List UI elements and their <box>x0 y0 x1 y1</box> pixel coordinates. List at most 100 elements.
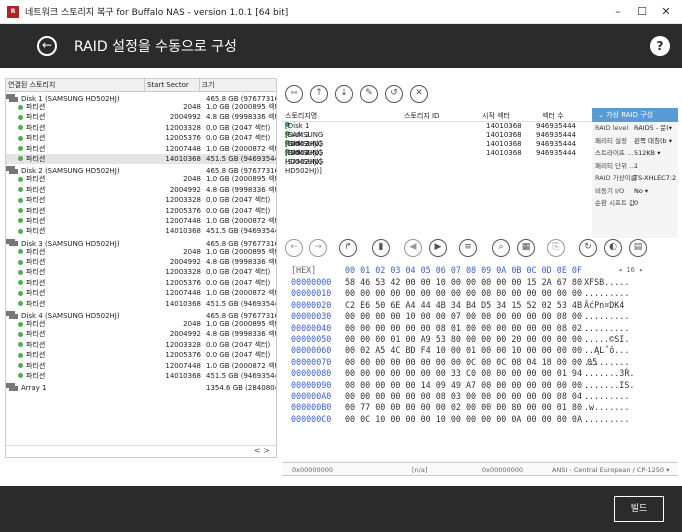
partition-row[interactable]: 파티션 12007448 1.0 GB (2000872 섹터) <box>6 361 276 371</box>
minimize-button[interactable]: – <box>610 4 626 20</box>
fit-columns-icon[interactable]: ⇿ <box>285 85 303 103</box>
hex-row[interactable]: 000000B0 00 77 00 00 00 00 00 02 00 00 00… <box>282 402 678 413</box>
hex-bytes[interactable]: 00 77 00 00 00 00 00 02 00 00 00 80 00 0… <box>345 402 582 413</box>
encoding-select[interactable]: ANSI - Central European / CP-1250 ▾ <box>552 466 669 474</box>
partition-row[interactable]: 파티션 12005376 0.0 GB (2047 섹터) <box>6 133 276 143</box>
partition-row[interactable]: 파티션 2004992 4.8 GB (9998336 섹터) <box>6 185 276 195</box>
partition-row[interactable]: 파티션 12005376 0.0 GB (2047 섹터) <box>6 350 276 360</box>
hex-bytes[interactable]: 00 02 A5 4C BD F4 10 00 01 00 00 10 00 0… <box>345 345 582 356</box>
column-start-sector[interactable]: 시작 섹터 <box>482 111 510 121</box>
hex-row[interactable]: 00000020 C2 E6 50 6E A4 44 4B 34 B4 D5 34… <box>282 300 678 311</box>
partition-row[interactable]: 파티션 14010368 451.5 GB (946935444 섹터) <box>6 371 276 381</box>
hex-viewer[interactable]: [HEX] 00 01 02 03 04 05 06 07 08 09 0A 0… <box>282 264 678 450</box>
hex-row[interactable]: 00000000 58 46 53 42 00 00 10 00 00 00 00… <box>282 277 678 288</box>
raid-property-row[interactable]: 패리티 단위 ... 1 <box>592 160 678 173</box>
help-icon[interactable]: ? <box>650 36 670 56</box>
hex-bytes[interactable]: 00 0C 10 00 00 00 10 00 00 00 00 0A 00 0… <box>345 414 582 425</box>
search-icon[interactable]: ⌕ <box>492 239 510 257</box>
property-value[interactable]: TS-XHLEC7:2 <box>634 172 676 185</box>
hex-ascii[interactable]: ÂćPn¤DK4 <box>584 300 624 311</box>
partition-row[interactable]: 파티션 14010368 451.5 GB (946935444 섹터) <box>6 226 276 236</box>
partition-row[interactable]: 파티션 14010368 451.5 GB (946935444 섹터) <box>6 153 276 165</box>
maximize-button[interactable]: ☐ <box>634 4 650 20</box>
bookmark-icon[interactable]: ▮ <box>372 239 390 257</box>
raid-member-row[interactable]: [Disk 1 (SAMSUNG HD502HJ)] 14010368 946935… <box>282 122 592 148</box>
edit-icon[interactable]: ✎ <box>360 85 378 103</box>
property-value[interactable]: 512KB ▾ <box>634 147 660 160</box>
hex-row[interactable]: 00000090 00 00 00 00 00 14 09 49 A7 00 00… <box>282 380 678 391</box>
partition-row[interactable]: 파티션 12003328 0.0 GB (2047 섹터) <box>6 195 276 205</box>
save-icon[interactable]: ▤ <box>629 239 647 257</box>
hex-row[interactable]: 00000070 00 00 00 00 00 00 00 00 0C 00 0C… <box>282 357 678 368</box>
raid-property-row[interactable]: RAID level RAID5 - 문(▾ <box>592 122 678 135</box>
partition-row[interactable]: 파티션 12007448 1.0 GB (2000872 섹터) <box>6 144 276 154</box>
partition-row[interactable]: 파티션 2048 1.0 GB (2000895 섹터) <box>6 319 276 329</box>
hex-bytes[interactable]: C2 E6 50 6E A4 44 4B 34 B4 D5 34 15 52 0… <box>345 300 582 311</box>
close-button[interactable]: ✕ <box>658 4 674 20</box>
partition-row[interactable]: 파티션 2004992 4.8 GB (9998336 섹터) <box>6 329 276 339</box>
next-icon[interactable]: ▶ <box>429 239 447 257</box>
hex-bytes[interactable]: 00 00 00 01 00 A9 53 80 00 00 00 20 00 0… <box>345 334 582 345</box>
hex-ascii[interactable]: ......... <box>584 391 629 402</box>
hex-bytes[interactable]: 00 00 00 00 00 00 00 00 0C 00 0C 08 04 1… <box>345 357 597 368</box>
hex-bytes[interactable]: 00 00 00 00 00 00 00 33 C0 00 00 00 00 0… <box>345 368 582 379</box>
raid-member-row[interactable]: [Disk 4 (SAMSUNG HD502HJ)] 14010368 946935… <box>282 149 592 175</box>
column-storage-id[interactable]: 스토리지 ID <box>404 111 439 121</box>
hex-row[interactable]: 00000050 00 00 00 01 00 A9 53 80 00 00 00… <box>282 334 678 345</box>
hex-bytes[interactable]: 00 00 00 00 10 00 00 07 00 00 00 00 00 0… <box>345 311 582 322</box>
hex-bytes[interactable]: 58 46 53 42 00 00 10 00 00 00 00 00 15 2… <box>345 277 582 288</box>
partition-row[interactable]: 파티션 12005376 0.0 GB (2047 섹터) <box>6 278 276 288</box>
column-start-sector[interactable]: Start Sector <box>145 79 200 91</box>
copy-icon[interactable]: ⎘ <box>547 239 565 257</box>
undo-icon[interactable]: ↺ <box>385 85 403 103</box>
hex-row[interactable]: 00000060 00 02 A5 4C BD F4 10 00 01 00 00… <box>282 345 678 356</box>
hex-ascii[interactable]: .....©SI. <box>584 334 629 345</box>
back-arrow-icon[interactable]: ← <box>37 36 57 56</box>
build-button[interactable]: 빌드 <box>614 496 664 522</box>
column-size[interactable]: 크기 <box>200 79 276 91</box>
raid-property-row[interactable]: 순환 시프트 값0 <box>592 197 678 210</box>
prev-icon[interactable]: ◀ <box>404 239 422 257</box>
disk-row[interactable]: Disk 2 (SAMSUNG HD502HJ) 465.8 GB (976773… <box>6 166 276 175</box>
disk-row[interactable]: Disk 1 (SAMSUNG HD502HJ) 465.8 GB (976773… <box>6 94 276 103</box>
remove-icon[interactable]: ✕ <box>410 85 428 103</box>
hex-row[interactable]: 00000030 00 00 00 00 10 00 00 07 00 00 00… <box>282 311 678 322</box>
partition-row[interactable]: 파티션 12003328 0.0 GB (2047 섹터) <box>6 340 276 350</box>
hex-ascii[interactable]: XFSB..... <box>584 277 629 288</box>
raid-member-row[interactable]: [Disk 3 (SAMSUNG HD502HJ)] 14010368 946935… <box>282 140 592 166</box>
hex-row[interactable]: 00000040 00 00 00 00 00 00 08 01 00 00 00… <box>282 323 678 334</box>
disk-row[interactable]: Disk 4 (SAMSUNG HD502HJ) 465.8 GB (976773… <box>6 311 276 320</box>
partition-row[interactable]: 파티션 12003328 0.0 GB (2047 섹터) <box>6 267 276 277</box>
hex-row[interactable]: 000000A0 00 00 00 00 00 00 08 03 00 00 00… <box>282 391 678 402</box>
partition-row[interactable]: 파티션 12007448 1.0 GB (2000872 섹터) <box>6 288 276 298</box>
column-storage[interactable]: 연결된 스토리지 <box>6 79 145 91</box>
partition-row[interactable]: 파티션 12003328 0.0 GB (2047 섹터) <box>6 123 276 133</box>
partition-row[interactable]: 파티션 14010368 451.5 GB (946935444 섹터) <box>6 299 276 309</box>
partition-row[interactable]: 파티션 2004992 4.8 GB (9998336 섹터) <box>6 112 276 122</box>
list-icon[interactable]: ≡ <box>459 239 477 257</box>
raid-property-row[interactable]: 스트라이프 ... 512KB ▾ <box>592 147 678 160</box>
hex-ascii[interactable]: ......... <box>584 414 629 425</box>
hex-ascii[interactable]: .w....... <box>584 402 629 413</box>
raid-property-row[interactable]: 비동기 I/O No ▾ <box>592 185 678 198</box>
raid-property-row[interactable]: 패리티 설정 왼쪽 대칭(b ▾ <box>592 135 678 148</box>
property-value[interactable]: 왼쪽 대칭(b ▾ <box>634 135 672 148</box>
raid-property-row[interactable]: RAID 가상이름 TS-XHLEC7:2 <box>592 172 678 185</box>
hex-ascii[interactable]: ..ĄL˝ô... <box>584 345 629 356</box>
hex-bytes[interactable]: 00 00 00 00 00 00 00 00 00 00 00 00 00 0… <box>345 288 582 299</box>
refresh-icon[interactable]: ↻ <box>579 239 597 257</box>
column-sector-count[interactable]: 섹터 수 <box>542 111 564 121</box>
hex-row[interactable]: 000000C0 00 0C 10 00 00 00 10 00 00 00 00… <box>282 414 678 425</box>
goto-icon[interactable]: ↱ <box>339 239 357 257</box>
hex-ascii[interactable]: .......IS. <box>584 380 634 391</box>
partition-row[interactable]: 파티션 2004992 4.8 GB (9998336 섹터) <box>6 257 276 267</box>
raid-member-row[interactable]: [Disk 2 (SAMSUNG HD502HJ)] 14010368 946935… <box>282 131 592 157</box>
hex-row[interactable]: 00000080 00 00 00 00 00 00 00 33 C0 00 00… <box>282 368 678 379</box>
hex-ascii[interactable]: ......... <box>584 357 629 368</box>
move-up-icon[interactable]: ↑ <box>310 85 328 103</box>
partition-row[interactable]: 파티션 2048 1.0 GB (2000895 섹터) <box>6 102 276 112</box>
hex-bytes-per-row[interactable]: ◂ 16 ▸ <box>618 264 643 277</box>
hex-bytes[interactable]: 00 00 00 00 00 14 09 49 A7 00 00 00 00 0… <box>345 380 582 391</box>
split-view-icon[interactable]: ◐ <box>604 239 622 257</box>
hex-ascii[interactable]: ......... <box>584 323 629 334</box>
